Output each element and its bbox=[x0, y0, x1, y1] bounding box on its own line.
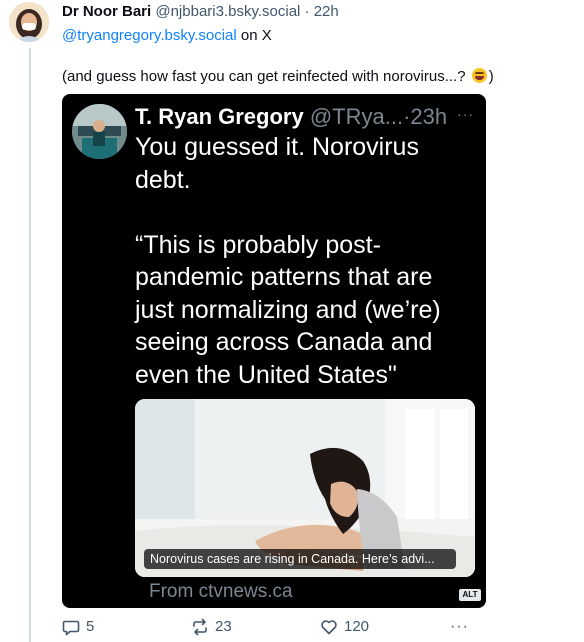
reply-button[interactable]: 5 bbox=[62, 618, 94, 636]
media-caption: Norovirus cases are rising in Canada. He… bbox=[144, 549, 456, 569]
more-icon: ··· bbox=[450, 618, 469, 635]
embed-header: T. Ryan Gregory @TRya...·23h bbox=[135, 104, 447, 130]
embedded-screenshot[interactable]: T. Ryan Gregory @TRya...·23h ··· You gue… bbox=[62, 94, 486, 608]
embed-body-line-2: “This is probably post-pandemic patterns… bbox=[135, 230, 441, 389]
post-text-body: (and guess how fast you can get reinfect… bbox=[62, 68, 466, 85]
author-name[interactable]: Dr Noor Bari bbox=[62, 3, 151, 20]
embed-author-handle: @TRya... bbox=[309, 104, 404, 129]
embed-body-line-1: You guessed it. Norovirus debt. bbox=[135, 133, 419, 194]
post-text-suffix: ) bbox=[488, 68, 494, 85]
mention-link[interactable]: @tryangregory.bsky.social bbox=[62, 27, 237, 44]
post-actions: 5 23 120 ··· bbox=[62, 618, 562, 638]
repost-count: 23 bbox=[215, 618, 232, 635]
embed-time: 23h bbox=[410, 104, 448, 129]
like-count: 120 bbox=[344, 618, 370, 635]
post-header: Dr Noor Bari @njbbari3.bsky.social · 22h bbox=[62, 3, 339, 21]
heart-icon bbox=[321, 620, 337, 635]
news-image: Norovirus cases are rising in Canada. He… bbox=[135, 399, 475, 577]
rolling-on-floor-laughing-emoji-icon bbox=[471, 68, 487, 83]
author-handle[interactable]: @njbbari3.bsky.social bbox=[155, 3, 300, 20]
mention-line: @tryangregory.bsky.social on X bbox=[62, 27, 272, 45]
mention-suffix: on X bbox=[240, 27, 272, 44]
embed-body: You guessed it. Norovirus debt. “This is… bbox=[135, 131, 475, 391]
link-domain: From ctvnews.ca bbox=[149, 581, 293, 602]
thread-line bbox=[29, 48, 31, 642]
embed-avatar bbox=[72, 104, 127, 159]
alt-badge[interactable]: ALT bbox=[459, 589, 481, 601]
avatar[interactable] bbox=[9, 2, 49, 42]
more-options-button[interactable]: ··· bbox=[450, 618, 469, 636]
post-time[interactable]: 22h bbox=[314, 3, 339, 20]
like-button[interactable]: 120 bbox=[320, 618, 369, 636]
embed-author-name: T. Ryan Gregory bbox=[135, 104, 304, 129]
reply-count: 5 bbox=[86, 618, 95, 635]
separator: · bbox=[304, 3, 310, 20]
reply-icon bbox=[62, 620, 80, 636]
post-text: (and guess how fast you can get reinfect… bbox=[62, 68, 494, 86]
repost-button[interactable]: 23 bbox=[191, 618, 232, 636]
embed-more-icon: ··· bbox=[457, 106, 474, 122]
repost-icon bbox=[193, 618, 207, 636]
